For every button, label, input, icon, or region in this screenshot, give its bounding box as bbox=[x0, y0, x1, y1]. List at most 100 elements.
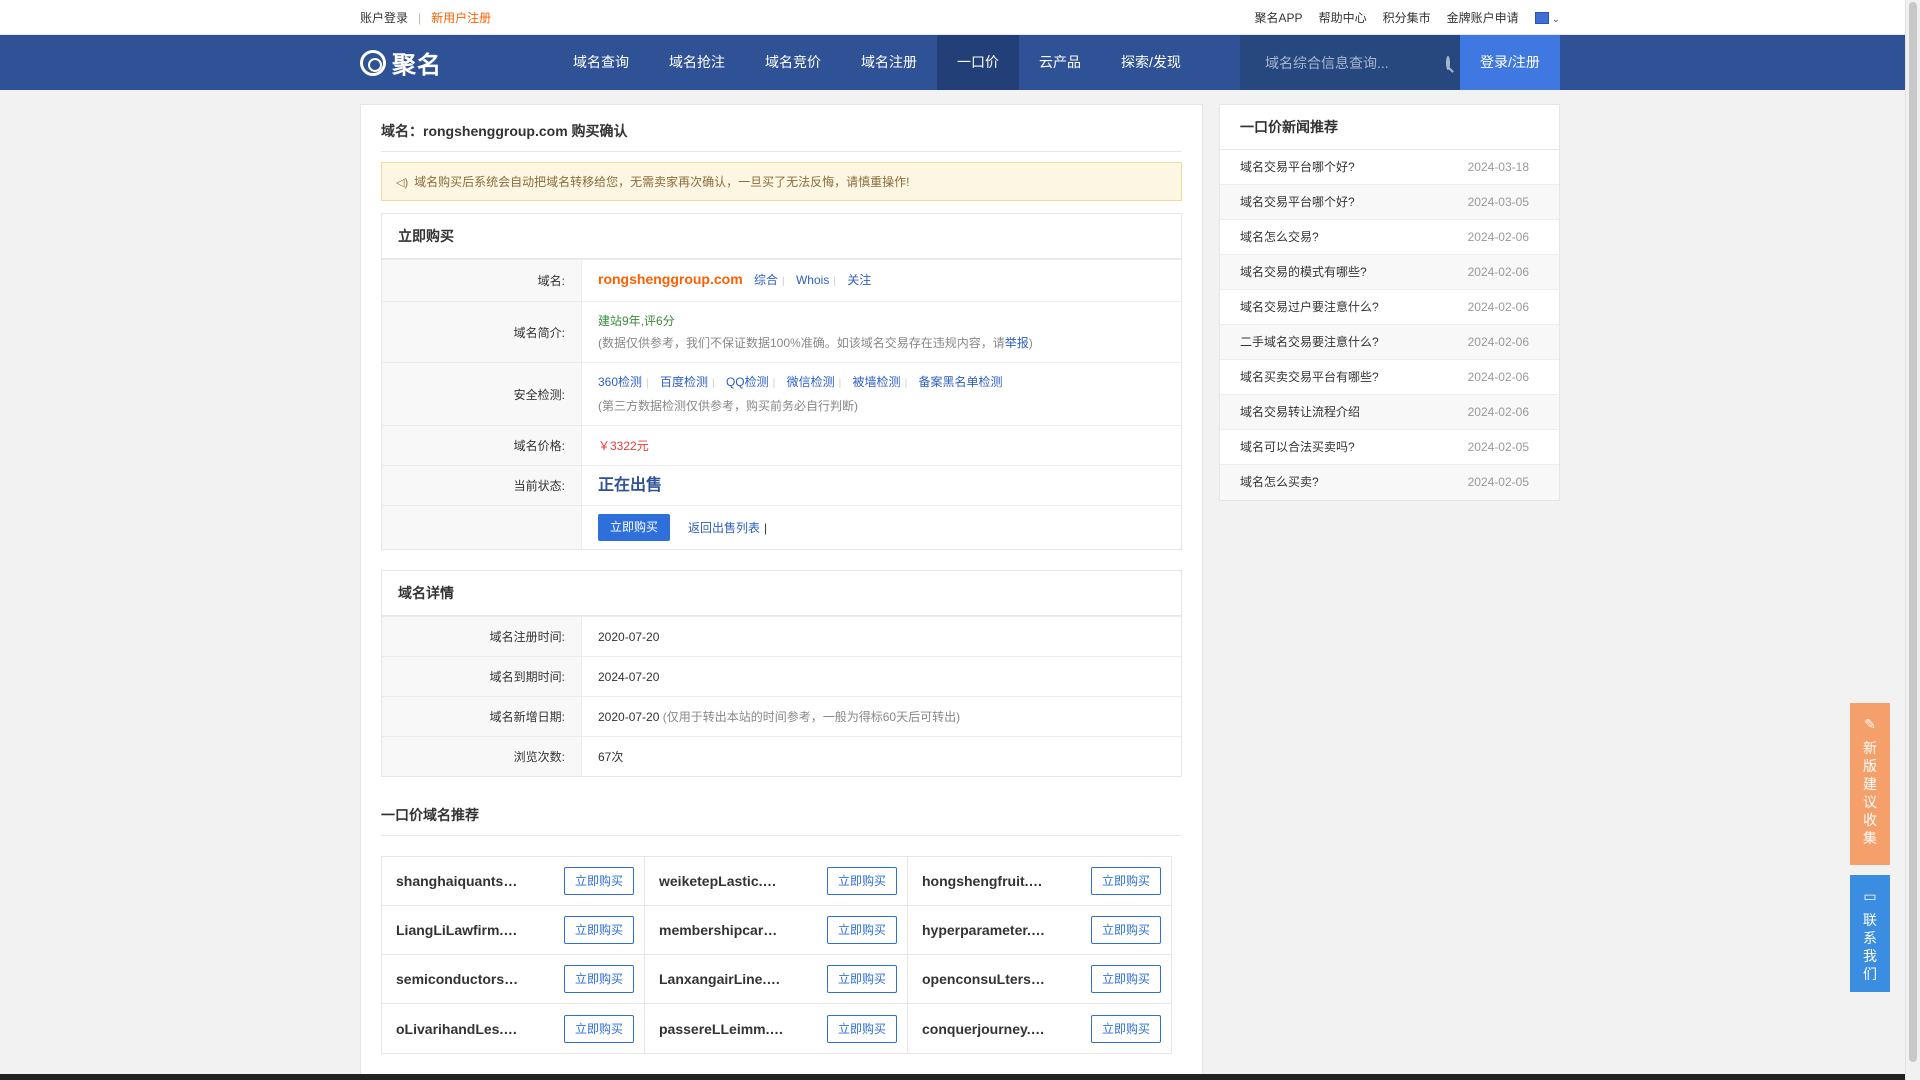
recommend-domain-name[interactable]: oLivarihandLes.com bbox=[396, 1021, 521, 1037]
news-title[interactable]: 域名怎么交易? bbox=[1240, 220, 1319, 254]
news-date: 2024-02-06 bbox=[1467, 335, 1529, 349]
help-center-link[interactable]: 帮助中心 bbox=[1319, 9, 1367, 26]
news-title[interactable]: 域名交易平台哪个好? bbox=[1240, 185, 1355, 219]
recommend-domain-name[interactable]: hyperparameter.com bbox=[922, 922, 1047, 938]
gold-account-link[interactable]: 金牌账户申请 bbox=[1447, 9, 1519, 26]
recommend-buy-button[interactable]: 立即购买 bbox=[1090, 965, 1161, 993]
exp-date-label: 域名到期时间: bbox=[382, 657, 582, 696]
news-title[interactable]: 二手域名交易要注意什么? bbox=[1240, 325, 1379, 359]
news-item[interactable]: 域名可以合法买卖吗? 2024-02-05 bbox=[1220, 430, 1559, 465]
recommend-domain-name[interactable]: shanghaiquants.com bbox=[396, 873, 521, 889]
check-blocked-link[interactable]: 被墙检测 bbox=[853, 375, 901, 389]
recommend-domain-name[interactable]: conquerjourney.com bbox=[922, 1021, 1047, 1037]
reg-date-value: 2020-07-20 bbox=[598, 629, 660, 644]
points-market-link[interactable]: 积分集市 bbox=[1383, 9, 1431, 26]
recommend-domain-name[interactable]: membershipcard.com bbox=[659, 922, 784, 938]
news-title[interactable]: 域名交易转让流程介绍 bbox=[1240, 395, 1360, 429]
nav-item-domain-register[interactable]: 域名注册 bbox=[841, 35, 937, 90]
news-item[interactable]: 域名交易的模式有哪些? 2024-02-06 bbox=[1220, 255, 1559, 290]
recommend-domain-name[interactable]: openconsuLters.com bbox=[922, 971, 1047, 987]
recommend-item: hyperparameter.com 立即购买 bbox=[908, 906, 1171, 955]
report-link[interactable]: 举报 bbox=[1005, 336, 1029, 350]
search-icon[interactable] bbox=[1446, 55, 1450, 70]
contact-label: 联系我们 bbox=[1863, 912, 1877, 982]
news-item[interactable]: 域名交易平台哪个好? 2024-03-05 bbox=[1220, 185, 1559, 220]
exp-date-value: 2024-07-20 bbox=[598, 669, 660, 684]
recommend-buy-button[interactable]: 立即购买 bbox=[1090, 867, 1161, 895]
nav-item-cloud[interactable]: 云产品 bbox=[1019, 35, 1101, 90]
check-qq-link[interactable]: QQ检测 bbox=[726, 375, 769, 389]
logo[interactable]: 聚名 bbox=[360, 45, 553, 80]
scrollbar[interactable] bbox=[1905, 0, 1920, 1080]
recommend-domain-name[interactable]: LanxangairLine.com bbox=[659, 971, 784, 987]
nav-item-explore[interactable]: 探索/发现 bbox=[1101, 35, 1201, 90]
intro-row: 域名简介: 建站9年,评6分 (数据仅供参考，我们不保证数据100%准确。如该域… bbox=[382, 301, 1181, 362]
feedback-button[interactable]: ✎ 新版建议收集 bbox=[1850, 703, 1890, 865]
nav-item-domain-snapback[interactable]: 域名抢注 bbox=[649, 35, 745, 90]
news-title[interactable]: 域名怎么买卖? bbox=[1240, 465, 1319, 500]
recommend-buy-button[interactable]: 立即购买 bbox=[1090, 916, 1161, 944]
news-title[interactable]: 域名买卖交易平台有哪些? bbox=[1240, 360, 1379, 394]
recommend-buy-button[interactable]: 立即购买 bbox=[826, 916, 897, 944]
news-title[interactable]: 域名交易过户要注意什么? bbox=[1240, 290, 1379, 324]
contact-button[interactable]: ▭ 联系我们 bbox=[1850, 875, 1890, 992]
nav-item-fixed-price[interactable]: 一口价 bbox=[937, 35, 1019, 90]
search-input[interactable] bbox=[1265, 54, 1446, 71]
register-link[interactable]: 新用户注册 bbox=[431, 9, 491, 26]
news-date: 2024-02-06 bbox=[1467, 230, 1529, 244]
news-item[interactable]: 二手域名交易要注意什么? 2024-02-06 bbox=[1220, 325, 1559, 360]
main-navbar: 聚名 域名查询 域名抢注 域名竞价 域名注册 一口价 云产品 探索/发现 登录/… bbox=[0, 35, 1920, 90]
recommend-domain-name[interactable]: semiconductors.com bbox=[396, 971, 521, 987]
login-link[interactable]: 账户登录 bbox=[360, 9, 408, 26]
security-note: (第三方数据检测仅供参考，购买前务必自行判断) bbox=[598, 399, 858, 413]
news-title[interactable]: 域名交易的模式有哪些? bbox=[1240, 255, 1367, 289]
recommend-buy-button[interactable]: 立即购买 bbox=[563, 867, 634, 895]
news-date: 2024-02-06 bbox=[1467, 300, 1529, 314]
news-title[interactable]: 域名交易平台哪个好? bbox=[1240, 150, 1355, 184]
chat-icon: ▭ bbox=[1863, 888, 1877, 904]
news-item[interactable]: 域名买卖交易平台有哪些? 2024-02-06 bbox=[1220, 360, 1559, 395]
recommend-buy-button[interactable]: 立即购买 bbox=[1090, 1014, 1161, 1043]
recommend-domain-name[interactable]: LiangLiLawfirm.com bbox=[396, 922, 521, 938]
buy-panel-heading: 立即购买 bbox=[382, 214, 1181, 259]
recommend-buy-button[interactable]: 立即购买 bbox=[826, 867, 897, 895]
nav-item-domain-auction[interactable]: 域名竞价 bbox=[745, 35, 841, 90]
login-register-button[interactable]: 登录/注册 bbox=[1460, 35, 1560, 90]
warning-notice: ◁) 域名购买后系统会自动把域名转移给您，无需卖家再次确认，一旦买了无法反悔，请慎… bbox=[381, 162, 1182, 201]
recommend-buy-button[interactable]: 立即购买 bbox=[563, 916, 634, 944]
whois-link[interactable]: Whois bbox=[796, 273, 829, 287]
news-title[interactable]: 域名可以合法买卖吗? bbox=[1240, 430, 1355, 464]
divider: | bbox=[764, 520, 768, 535]
language-switcher[interactable]: ⌄ bbox=[1534, 11, 1560, 25]
buy-now-button[interactable]: 立即购买 bbox=[598, 514, 671, 541]
main-panel: 域名：rongshenggroup.com 购买确认 ◁) 域名购买后系统会自动把… bbox=[360, 104, 1203, 1080]
nav-item-domain-search[interactable]: 域名查询 bbox=[553, 35, 649, 90]
recommend-buy-button[interactable]: 立即购买 bbox=[826, 965, 897, 993]
news-item[interactable]: 域名交易过户要注意什么? 2024-02-06 bbox=[1220, 290, 1559, 325]
check-blacklist-link[interactable]: 备案黑名单检测 bbox=[919, 375, 1003, 389]
check-wechat-link[interactable]: 微信检测 bbox=[787, 375, 835, 389]
recommend-buy-button[interactable]: 立即购买 bbox=[563, 965, 634, 993]
check-360-link[interactable]: 360检测 bbox=[598, 375, 642, 389]
news-item[interactable]: 域名怎么交易? 2024-02-06 bbox=[1220, 220, 1559, 255]
news-item[interactable]: 域名交易平台哪个好? 2024-03-18 bbox=[1220, 150, 1559, 185]
edit-icon: ✎ bbox=[1864, 716, 1876, 732]
recommend-buy-button[interactable]: 立即购买 bbox=[563, 1014, 634, 1043]
domain-row: 域名: rongshenggroup.com 综合 | Whois | 关注 bbox=[382, 259, 1181, 301]
recommend-domain-name[interactable]: weiketepLastic.com bbox=[659, 873, 784, 889]
recommend-buy-button[interactable]: 立即购买 bbox=[826, 1014, 897, 1043]
overview-link[interactable]: 综合 bbox=[754, 273, 778, 287]
check-baidu-link[interactable]: 百度检测 bbox=[660, 375, 708, 389]
recommend-domain-name[interactable]: hongshengfruit.com bbox=[922, 873, 1047, 889]
scrollbar-thumb[interactable] bbox=[1909, 2, 1917, 1062]
recommend-item: passereLLeimm.com 立即购买 bbox=[645, 1004, 908, 1053]
news-item[interactable]: 域名怎么买卖? 2024-02-05 bbox=[1220, 465, 1559, 500]
intro-text: 建站9年,评6分 bbox=[598, 314, 675, 328]
news-item[interactable]: 域名交易转让流程介绍 2024-02-06 bbox=[1220, 395, 1559, 430]
search-box bbox=[1240, 35, 1460, 90]
follow-link[interactable]: 关注 bbox=[847, 273, 871, 287]
app-link[interactable]: 聚名APP bbox=[1255, 9, 1303, 26]
recommend-domain-name[interactable]: passereLLeimm.com bbox=[659, 1021, 784, 1037]
reg-date-row: 域名注册时间: 2020-07-20 bbox=[382, 616, 1181, 656]
back-to-list-link[interactable]: 返回出售列表 bbox=[688, 517, 760, 539]
